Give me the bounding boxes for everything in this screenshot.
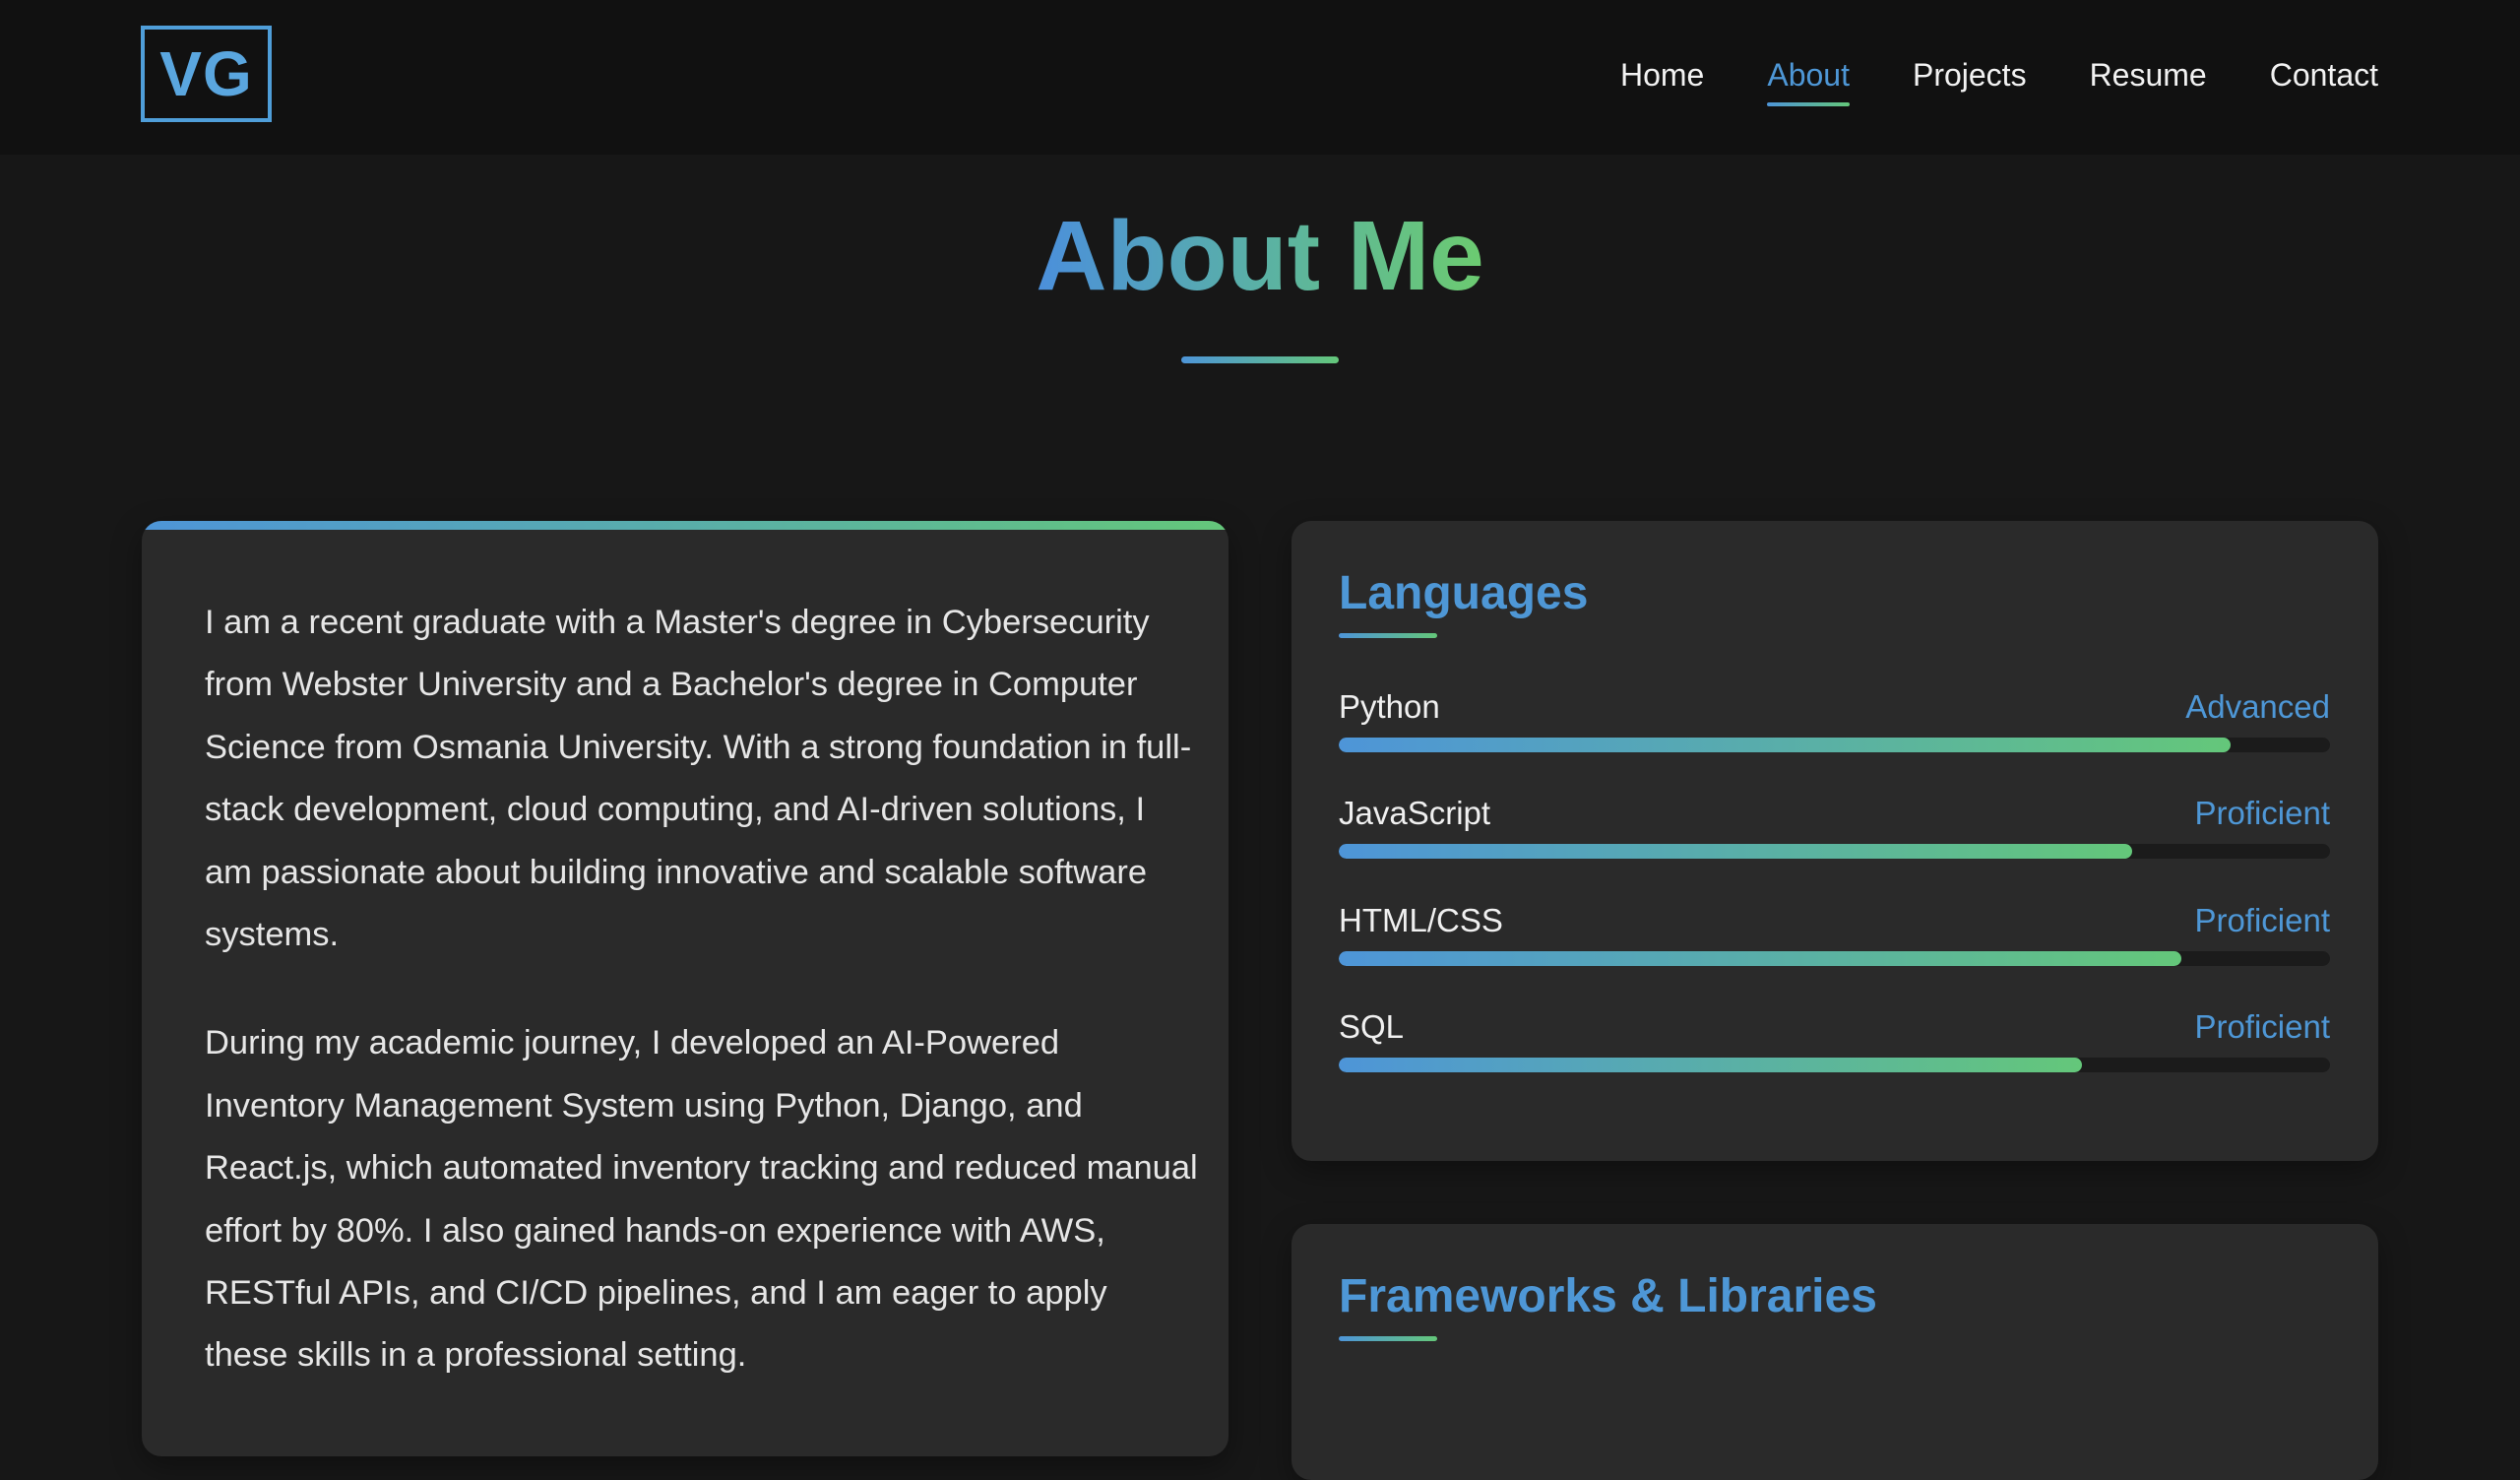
nav-contact[interactable]: Contact — [2270, 51, 2378, 98]
skill-row-htmlcss: HTML/CSS Proficient — [1339, 900, 2330, 979]
page-title-text: About Me — [1036, 201, 1484, 311]
nav-about[interactable]: About — [1767, 51, 1850, 106]
frameworks-heading-underline — [1339, 1336, 1437, 1341]
site-logo[interactable]: VG — [141, 26, 272, 122]
frameworks-card: Frameworks & Libraries — [1292, 1224, 2378, 1480]
skill-level: Advanced — [2185, 688, 2330, 725]
bio-text: I am a recent graduate with a Master's d… — [205, 592, 1199, 1434]
site-header: VG Home About Projects Resume Contact — [0, 0, 2520, 155]
page-title: About Me — [0, 195, 2520, 317]
languages-card: Languages Python Advanced JavaScript Pro… — [1292, 521, 2378, 1161]
skill-progress-fill — [1339, 1058, 2083, 1072]
frameworks-heading: Frameworks & Libraries — [1339, 1270, 1877, 1322]
skill-level: Proficient — [2194, 1008, 2330, 1045]
nav-projects[interactable]: Projects — [1913, 51, 2027, 98]
skill-progress-track — [1339, 1058, 2330, 1072]
skill-progress-fill — [1339, 738, 2232, 752]
skill-level: Proficient — [2194, 902, 2330, 938]
languages-heading-underline — [1339, 633, 1437, 638]
bio-paragraph-1: I am a recent graduate with a Master's d… — [205, 604, 1192, 954]
skill-row-python: Python Advanced — [1339, 686, 2330, 765]
main-nav: Home About Projects Resume Contact — [1557, 51, 2378, 106]
skill-row-javascript: JavaScript Proficient — [1339, 793, 2330, 871]
skill-progress-fill — [1339, 951, 2181, 966]
skill-name: Python — [1339, 688, 1440, 725]
skill-row-sql: SQL Proficient — [1339, 1006, 2330, 1085]
nav-home[interactable]: Home — [1620, 51, 1704, 98]
skill-progress-track — [1339, 951, 2330, 966]
skill-progress-track — [1339, 738, 2330, 752]
title-underline — [1181, 356, 1339, 363]
nav-resume[interactable]: Resume — [2090, 51, 2207, 98]
skill-progress-fill — [1339, 844, 2132, 859]
languages-heading: Languages — [1339, 567, 1589, 619]
bio-card: I am a recent graduate with a Master's d… — [142, 521, 1228, 1456]
skill-name: SQL — [1339, 1008, 1405, 1045]
skill-level: Proficient — [2194, 795, 2330, 831]
skill-progress-track — [1339, 844, 2330, 859]
bio-paragraph-2: During my academic journey, I developed … — [205, 1024, 1198, 1375]
skill-name: JavaScript — [1339, 795, 1491, 831]
skill-name: HTML/CSS — [1339, 902, 1503, 938]
